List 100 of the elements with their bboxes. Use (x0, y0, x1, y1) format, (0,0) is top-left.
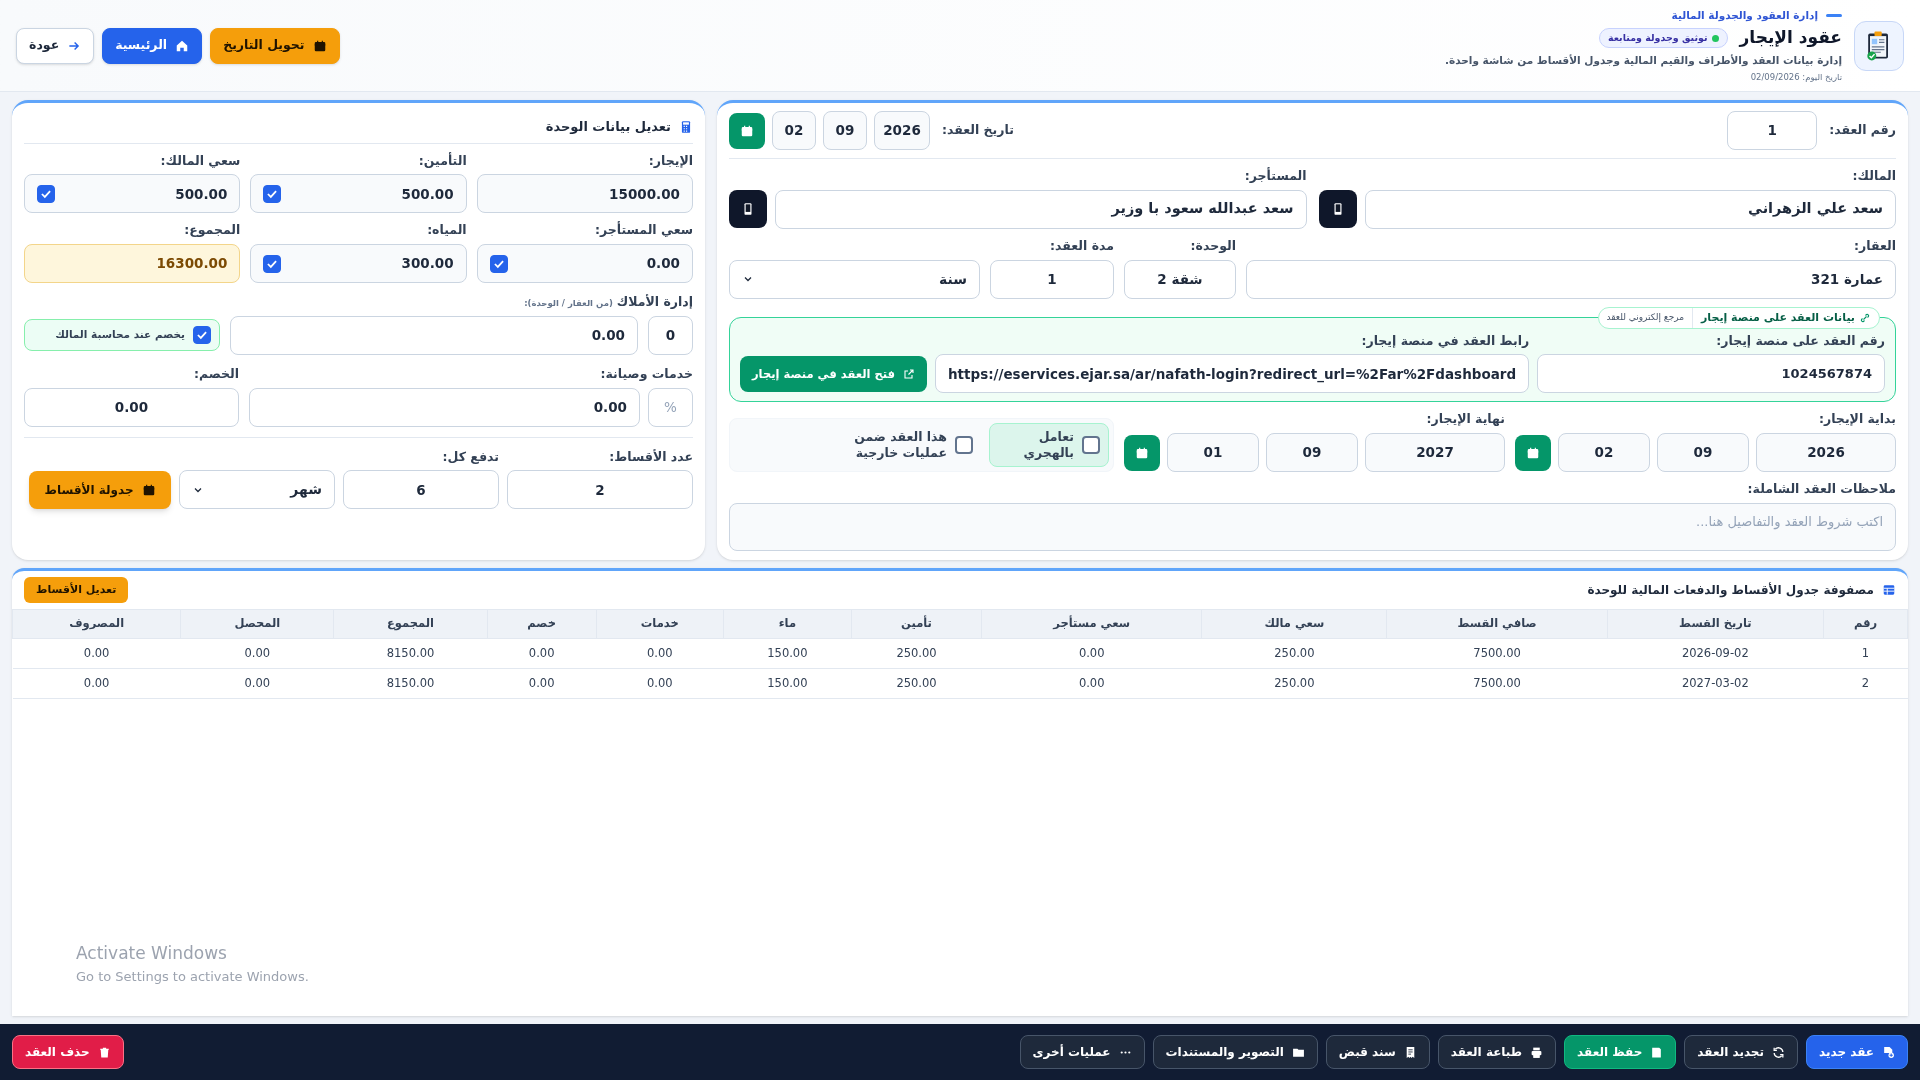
table-cell: 8150.00 (333, 668, 488, 699)
calculator-icon (679, 119, 693, 134)
table-cell: 0.00 (981, 638, 1202, 669)
input-field[interactable]: 16300.00 (24, 244, 241, 283)
table-cell: 0.00 (487, 638, 597, 669)
input-field[interactable]: 2026 (874, 111, 930, 150)
checkbox-label: يخصم عند محاسبة المالك (55, 327, 185, 343)
input-field[interactable]: 500.00 (24, 174, 241, 214)
input-field[interactable]: عمارة 321 (1246, 259, 1896, 299)
card-tag: مرجع إلكتروني للعقد (1598, 309, 1692, 327)
table-cell: 2026-09-02 (1607, 638, 1824, 669)
field-label: رقم العقد: (1829, 121, 1896, 140)
calendar-button[interactable] (1124, 434, 1160, 471)
page-title: عقود الإيجار (1739, 26, 1842, 50)
field-label: سعي المستأجر: (594, 221, 693, 240)
checkbox[interactable] (37, 184, 55, 203)
table-cell: 250.00 (1201, 668, 1387, 699)
column-header: تأمين (851, 609, 982, 639)
calendar-button[interactable] (729, 112, 765, 149)
input-field[interactable]: سعد علي الزهراني (1364, 189, 1896, 229)
notes-field[interactable]: اكتب شروط العقد والتفاصيل هنا... (729, 502, 1896, 551)
input-field[interactable]: 2027 (1365, 433, 1505, 472)
panel-title: تعديل بيانات الوحدة (545, 118, 671, 136)
checkbox[interactable] (193, 326, 211, 345)
column-header: خصم (487, 609, 597, 639)
phone-button[interactable] (729, 189, 767, 228)
new-button[interactable]: عقد جديد (1806, 1035, 1908, 1069)
checkbox[interactable] (263, 184, 282, 203)
input-field[interactable]: 15000.00 (476, 174, 693, 214)
input-field[interactable]: 1024567874 (1537, 354, 1885, 394)
input-field[interactable]: 01 (1167, 433, 1259, 472)
column-header: سعي مستأجر (981, 609, 1202, 639)
table-cell: 150.00 (723, 668, 852, 699)
field-label: الوحدة: (1189, 236, 1236, 255)
back-button[interactable]: عودة (16, 27, 95, 64)
input-field[interactable]: شقة 2 (1124, 259, 1236, 299)
save-button[interactable]: حفظ العقد (1564, 1035, 1677, 1069)
field-label: العقار: (1853, 236, 1896, 255)
table-cell: 150.00 (723, 638, 852, 669)
schedule-button[interactable]: جدولة الأقساط (29, 471, 171, 510)
input-field[interactable]: 1 (1727, 111, 1818, 150)
table-cell: 0.00 (487, 668, 597, 699)
input-field[interactable]: 09 (823, 111, 867, 150)
receipt-button[interactable]: سند قبض (1325, 1035, 1430, 1069)
table-icon (1882, 583, 1896, 597)
home-icon (175, 38, 190, 53)
docs-button[interactable]: التصوير والمستندات (1152, 1035, 1318, 1069)
delete-button[interactable]: حذف العقد (12, 1035, 124, 1069)
checkbox[interactable] (263, 254, 282, 273)
calendar-icon (141, 483, 156, 498)
table-cell: 0.00 (981, 668, 1202, 699)
input-field[interactable]: 2026 (1756, 433, 1896, 472)
today-date: تاريخ اليوم: 02/09/2026 (1749, 70, 1842, 84)
calendar-button[interactable] (1515, 434, 1551, 471)
renew-button[interactable]: تجديد العقد (1684, 1035, 1799, 1069)
field-label: خدمات وصيانة: (599, 364, 693, 383)
field-label: الخصم: (192, 364, 239, 383)
field-label: المياه: (426, 221, 467, 240)
input-field[interactable]: 0.00 (249, 387, 640, 427)
open-ejar-button[interactable]: فتح العقد في منصة إيجار (740, 356, 927, 393)
input-field[interactable]: 0.00 (230, 315, 638, 355)
table-cell: 2 (1823, 668, 1908, 699)
input-field[interactable]: 0.00 (24, 387, 239, 427)
field-label: المستأجر: (1243, 167, 1307, 185)
input-field[interactable]: https://eservices.ejar.sa/ar/nafath-login?redirect_url=%2Far%2Fdashboard (935, 354, 1530, 394)
print-button[interactable]: طباعة العقد (1437, 1035, 1557, 1069)
column-header: خدمات (596, 609, 724, 639)
watermark-text: Go to Settings to activate Windows. (76, 967, 309, 986)
column-header: المجموع (333, 609, 488, 639)
checkbox[interactable] (489, 254, 508, 273)
input-field[interactable]: 09 (1657, 433, 1749, 472)
input-field[interactable]: 6 (343, 470, 499, 510)
more-button[interactable]: عمليات أخرى (1019, 1035, 1145, 1069)
period-select[interactable]: شهر (179, 470, 335, 510)
column-header: صافي القسط (1387, 609, 1608, 639)
table-cell: 1 (1823, 638, 1908, 669)
page-subtitle: إدارة بيانات العقد والأطراف والقيم المالية وجدول الأقساط من شاشة واحدة. (1445, 52, 1842, 69)
new-file-icon (1882, 1045, 1895, 1059)
input-field[interactable]: 0.00 (476, 244, 693, 283)
checkbox[interactable] (955, 436, 973, 454)
input-field[interactable]: 300.00 (250, 244, 467, 283)
input-field[interactable]: 02 (772, 111, 816, 150)
checkbox[interactable] (1082, 436, 1100, 454)
phone-button[interactable] (1318, 189, 1357, 228)
input-field[interactable]: 1 (990, 259, 1114, 299)
input-field[interactable]: 0 (648, 315, 693, 355)
input-field[interactable]: سعد عبدالله سعود با وزير (775, 189, 1307, 229)
input-field[interactable]: 500.00 (250, 174, 467, 214)
period-select[interactable]: سنة (729, 259, 980, 299)
table-title: مصفوفة جدول الأقساط والدفعات المالية للوحدة (1587, 581, 1874, 599)
calendar-icon (1135, 445, 1149, 460)
calendar-icon (1526, 445, 1540, 460)
input-field[interactable]: 09 (1266, 433, 1358, 472)
input-field[interactable]: 02 (1558, 433, 1650, 472)
table-cell: 8150.00 (333, 638, 488, 669)
home-button[interactable]: الرئيسية (102, 27, 203, 64)
input-field[interactable]: 2 (507, 470, 693, 510)
checkbox-label: تعامل بالهجري (1022, 429, 1074, 461)
edit-installments-button[interactable]: تعديل الأقساط (24, 577, 129, 603)
convert-button[interactable]: تحويل التاريخ (210, 27, 340, 64)
